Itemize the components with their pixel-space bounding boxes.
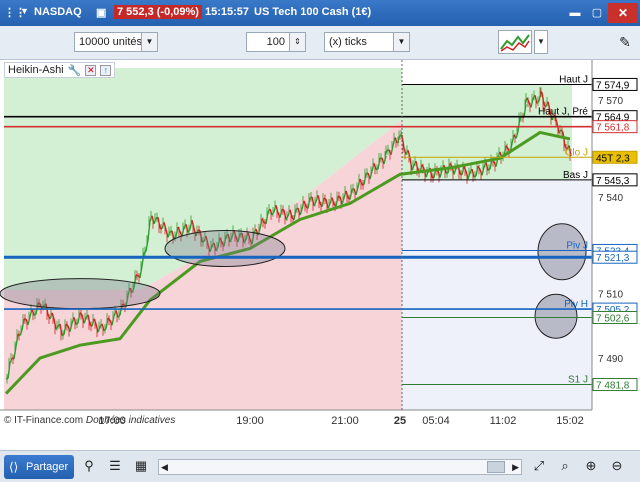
x-tick-label: 15:02 bbox=[556, 415, 584, 427]
price-tag: 7 561,8 bbox=[596, 123, 630, 134]
chart-scrollbar[interactable]: ◀ ▶ bbox=[158, 459, 522, 475]
chevron-down-icon[interactable]: ▼ bbox=[20, 6, 29, 16]
share-icon: ⟨⟩ bbox=[9, 460, 19, 474]
price-tag: 7 521,3 bbox=[596, 253, 630, 264]
autoscale-icon[interactable]: ⤢ bbox=[530, 457, 548, 475]
copyright-text: © IT-Finance.com bbox=[4, 415, 84, 426]
y-tick-label: 7 490 bbox=[598, 354, 623, 365]
y-tick-label: 7 570 bbox=[598, 96, 623, 107]
minimize-icon[interactable]: ▬ bbox=[564, 4, 586, 22]
x-tick-label: 05:04 bbox=[422, 415, 450, 427]
close-icon[interactable]: ✕ bbox=[608, 3, 638, 23]
price-level-label: Clo J bbox=[565, 147, 588, 158]
price-tag: 7 545,3 bbox=[596, 176, 630, 187]
highlight-ellipse bbox=[0, 278, 161, 310]
price-tag: 7 481,8 bbox=[596, 381, 630, 392]
price-level-label: Piv J bbox=[566, 240, 588, 251]
chevron-down-icon[interactable]: ▼ bbox=[534, 30, 548, 54]
pin-icon[interactable]: ▣ bbox=[96, 6, 106, 19]
ticks-select-value: (x) ticks bbox=[329, 36, 367, 48]
maximize-icon[interactable]: ▢ bbox=[586, 4, 608, 22]
ticks-input[interactable]: 100 ⇕ bbox=[246, 32, 306, 52]
price-level-label: S1 J bbox=[568, 375, 588, 386]
zoom-in-icon[interactable]: ⊕ bbox=[582, 457, 600, 475]
chart-svg[interactable]: Haut J7 574,9Haut J, Pré7 564,97 561,8Cl… bbox=[0, 60, 640, 450]
drawing-tool-icon[interactable]: ⚲ bbox=[80, 457, 98, 475]
chart-type-icon[interactable] bbox=[498, 30, 532, 54]
up-arrow-icon[interactable]: ↑ bbox=[100, 64, 112, 76]
price-tag: 7 574,9 bbox=[596, 80, 630, 91]
clock-time: 15:15:57 bbox=[205, 6, 250, 18]
remove-indicator-icon[interactable]: ✕ bbox=[85, 64, 97, 76]
instrument-full-name: US Tech 100 Cash (1€) bbox=[254, 6, 372, 18]
zoom-out-icon[interactable]: ⊖ bbox=[608, 457, 626, 475]
highlight-ellipse bbox=[537, 223, 587, 281]
price-level-label: Piv H bbox=[564, 299, 588, 310]
price-level-label: Haut J, Pré bbox=[538, 107, 588, 118]
indicators-icon[interactable]: ▦ bbox=[132, 457, 150, 475]
wrench-icon[interactable]: 🔧 bbox=[68, 64, 82, 77]
units-select-value: 10000 unités bbox=[79, 36, 142, 48]
share-label: Partager bbox=[26, 461, 69, 473]
price-badge: 7 552,3 (-0,09%) bbox=[114, 5, 202, 19]
stepper-icon[interactable]: ⇕ bbox=[289, 33, 305, 51]
instrument-name: NASDAQ bbox=[34, 6, 82, 18]
ticks-select[interactable]: (x) ticks ▼ bbox=[324, 32, 410, 52]
indicator-legend: Heikin-Ashi 🔧 ✕ ↑ bbox=[4, 62, 116, 78]
highlight-ellipse bbox=[164, 230, 286, 268]
data-source-note: © IT-Finance.com Données indicatives bbox=[4, 415, 175, 426]
title-bar: ⋮⋮ ▼ NASDAQ ▣ 7 552,3 (-0,09%) 15:15:57 … bbox=[0, 0, 640, 26]
x-tick-label: 19:00 bbox=[236, 415, 264, 427]
tools-icon[interactable]: ✎ bbox=[614, 30, 636, 54]
status-bar: ⟨⟩ Partager ⚲ ☰ ▦ ◀ ▶ ⤢ ⌕ ⊕ ⊖ bbox=[0, 450, 640, 482]
x-tick-label: 25 bbox=[394, 415, 406, 427]
indicator-label: Heikin-Ashi bbox=[8, 64, 64, 76]
price-level-label: Bas J bbox=[563, 170, 588, 181]
y-tick-label: 7 540 bbox=[598, 193, 623, 204]
ticks-input-value: 100 bbox=[266, 36, 285, 48]
zoom-fit-icon[interactable]: ⌕ bbox=[556, 457, 574, 475]
chevron-down-icon[interactable]: ▼ bbox=[393, 33, 409, 51]
price-chart[interactable]: Haut J7 574,9 Haut J, Pré 7 564,9 7 561,8 Cl… bbox=[0, 60, 640, 450]
list-icon[interactable]: ☰ bbox=[106, 457, 124, 475]
scroll-right-icon[interactable]: ▶ bbox=[512, 460, 519, 474]
share-button[interactable]: ⟨⟩ Partager bbox=[4, 455, 74, 479]
chevron-down-icon[interactable]: ▼ bbox=[141, 33, 157, 51]
y-tick-label: 7 510 bbox=[598, 290, 623, 301]
units-select[interactable]: 10000 unités ▼ bbox=[74, 32, 158, 52]
price-tag: 45T 2,3 bbox=[596, 153, 630, 164]
scroll-thumb[interactable] bbox=[487, 461, 505, 473]
scroll-left-icon[interactable]: ◀ bbox=[161, 460, 168, 474]
x-tick-label: 11:02 bbox=[490, 415, 517, 427]
disclaimer-text: Données indicatives bbox=[85, 415, 176, 426]
x-tick-label: 21:00 bbox=[331, 415, 359, 427]
chart-toolbar: 10000 unités ▼ 100 ⇕ (x) ticks ▼ ▼ ✎ bbox=[0, 26, 640, 60]
price-level-label: Haut J bbox=[559, 74, 588, 85]
price-tag: 7 502,6 bbox=[596, 313, 630, 324]
lower-zone bbox=[402, 179, 592, 410]
